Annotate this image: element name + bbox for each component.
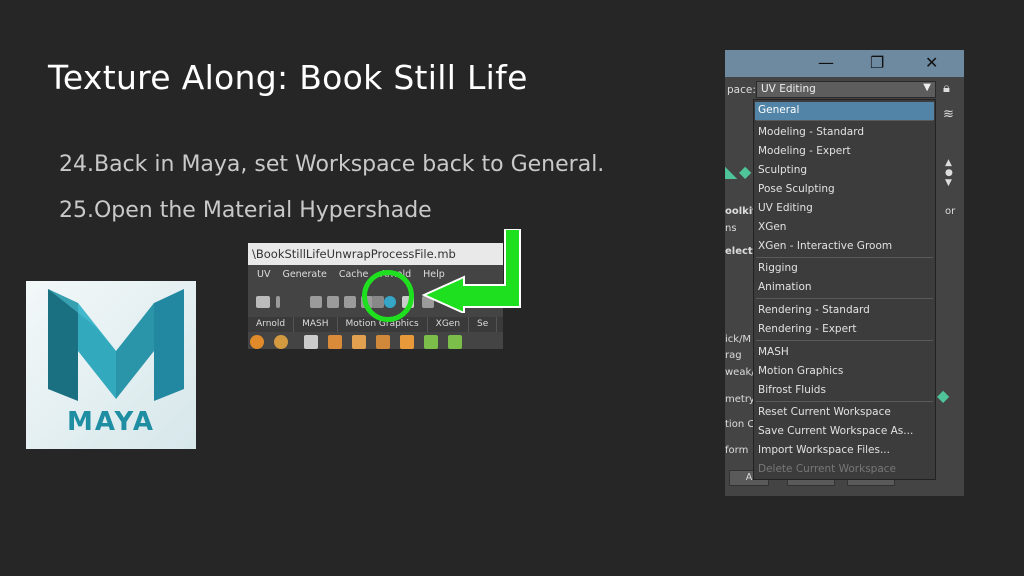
render-icon[interactable] xyxy=(327,296,339,308)
workspace-option-xgen-interactive-groom[interactable]: XGen - Interactive Groom xyxy=(755,238,934,256)
side-label: form xyxy=(725,445,749,456)
side-label: ick/M xyxy=(725,334,752,345)
step-25: 25.Open the Material Hypershade xyxy=(59,198,432,223)
side-label-right: or xyxy=(945,206,956,217)
workspace-label: pace: xyxy=(727,84,756,96)
shelf-tab-more[interactable]: Se xyxy=(469,317,498,332)
close-icon[interactable]: ✕ xyxy=(925,53,938,72)
render-icon[interactable] xyxy=(310,296,322,308)
maya-menubar: UV Generate Cache Arnold Help xyxy=(248,269,445,287)
render-icon[interactable] xyxy=(344,296,356,308)
highlight-circle xyxy=(362,270,414,322)
menu-separator xyxy=(756,340,933,341)
minimize-icon[interactable]: — xyxy=(818,53,834,72)
side-label: tion C xyxy=(725,419,755,430)
workspace-option-mash[interactable]: MASH xyxy=(755,344,934,362)
workspace-window: — ❐ ✕ pace: UV Editing ▼ 🔒︎ oolkit ns el… xyxy=(725,50,964,496)
workspace-dropdown[interactable]: UV Editing ▼ xyxy=(756,81,936,98)
shelf-icon[interactable] xyxy=(448,335,462,349)
maya-logo-text: MAYA xyxy=(67,407,155,437)
shelf-icon[interactable] xyxy=(304,335,318,349)
workspace-option-sculpting[interactable]: Sculpting xyxy=(755,162,934,180)
workspace-current-value: UV Editing xyxy=(761,83,816,95)
scroll-arrows-icon[interactable]: ▲ ● ▼ xyxy=(945,158,953,188)
green-shape-icon: ◆ xyxy=(739,162,752,181)
step-24: 24.Back in Maya, set Workspace back to G… xyxy=(59,152,605,177)
menu-separator xyxy=(756,257,933,258)
menu-separator xyxy=(756,298,933,299)
lock-icon[interactable]: 🔒︎ xyxy=(943,81,950,96)
shelf-icon[interactable] xyxy=(400,335,414,349)
slide-title: Texture Along: Book Still Life xyxy=(48,58,528,97)
shelf-icon[interactable] xyxy=(274,335,288,349)
workspace-option-general[interactable]: General xyxy=(755,102,934,120)
shelf-icon[interactable] xyxy=(424,335,438,349)
shelf-icon[interactable] xyxy=(328,335,342,349)
shelf-icons xyxy=(248,333,503,349)
save-workspace-option[interactable]: Save Current Workspace As... xyxy=(755,423,934,441)
shelf-tab-arnold[interactable]: Arnold xyxy=(248,317,295,332)
workspace-option-xgen[interactable]: XGen xyxy=(755,219,934,237)
side-label: weak/ xyxy=(725,367,755,378)
status-icon[interactable] xyxy=(256,296,270,308)
workspace-option-uv-editing[interactable]: UV Editing xyxy=(755,200,934,218)
workspace-option-bifrost-fluids[interactable]: Bifrost Fluids xyxy=(755,382,934,400)
workspace-option-rigging[interactable]: Rigging xyxy=(755,260,934,278)
workspace-option-animation[interactable]: Animation xyxy=(755,279,934,297)
delete-workspace-option: Delete Current Workspace xyxy=(758,463,897,475)
layers-icon[interactable]: ≋ xyxy=(943,107,954,122)
green-arrow-icon xyxy=(421,229,521,313)
workspace-option-modeling-expert[interactable]: Modeling - Expert xyxy=(755,143,934,161)
restore-icon[interactable]: ❐ xyxy=(870,53,884,72)
workspace-option-motion-graphics[interactable]: Motion Graphics xyxy=(755,363,934,381)
menu-separator xyxy=(756,120,933,121)
shelf-tab-mash[interactable]: MASH xyxy=(294,317,338,332)
workspace-option-pose-sculpting[interactable]: Pose Sculpting xyxy=(755,181,934,199)
menu-separator xyxy=(756,401,933,402)
workspace-menu: General Modeling - Standard Modeling - E… xyxy=(753,99,936,480)
shelf-icon[interactable] xyxy=(250,335,264,349)
reset-workspace-option[interactable]: Reset Current Workspace xyxy=(755,404,934,422)
window-titlebar: — ❐ ✕ xyxy=(725,50,964,77)
menu-uv[interactable]: UV xyxy=(257,269,270,287)
dropdown-arrow-icon: ▼ xyxy=(923,82,931,93)
maya-logo: MAYA xyxy=(26,281,196,449)
shelf-icon[interactable] xyxy=(352,335,366,349)
workspace-option-rendering-standard[interactable]: Rendering - Standard xyxy=(755,302,934,320)
shelf-tab-xgen[interactable]: XGen xyxy=(428,317,470,332)
import-workspace-option[interactable]: Import Workspace Files... xyxy=(755,442,934,460)
side-label: ns xyxy=(725,223,737,234)
menu-generate[interactable]: Generate xyxy=(282,269,326,287)
workspace-option-rendering-expert[interactable]: Rendering - Expert xyxy=(755,321,934,339)
green-shape-icon: ◣ xyxy=(725,162,738,181)
side-label: rag xyxy=(725,350,742,361)
workspace-option-modeling-standard[interactable]: Modeling - Standard xyxy=(755,124,934,142)
shelf-icon[interactable] xyxy=(376,335,390,349)
side-label: electi xyxy=(725,246,757,257)
green-shape-icon: ◆ xyxy=(937,386,950,405)
status-icon[interactable] xyxy=(276,296,280,308)
